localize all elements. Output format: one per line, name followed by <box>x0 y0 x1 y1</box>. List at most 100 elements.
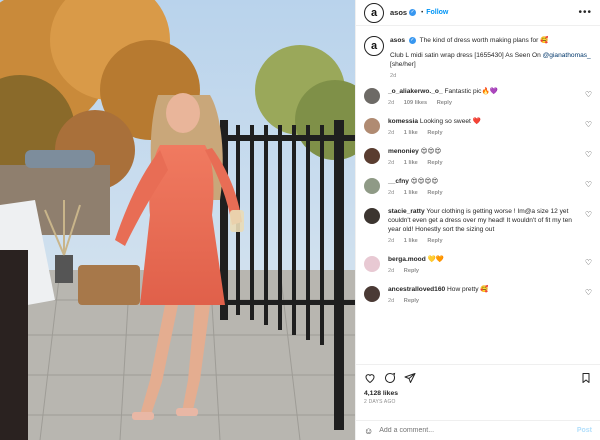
comment-icon[interactable] <box>384 372 396 384</box>
follow-button[interactable]: Follow <box>426 9 448 16</box>
heart-icon[interactable] <box>364 372 376 384</box>
comment-heart-icon[interactable]: ♡ <box>585 288 592 297</box>
comment-text: komessia Looking so sweet ❤️ <box>388 117 580 126</box>
comment-content: 💛🧡 <box>427 256 444 263</box>
comment-item: _o_aliakerwo._o_ Fantastic pic🔥💜 2d 109 … <box>364 87 592 106</box>
reply-button[interactable]: Reply <box>427 238 442 244</box>
commenter-avatar[interactable] <box>364 148 380 164</box>
commenter-avatar[interactable] <box>364 88 380 104</box>
comment-text: __cfny 😍😍😍😍 <box>388 177 580 186</box>
post-photo[interactable] <box>0 0 355 440</box>
commenter-username[interactable]: ancestralloved160 <box>388 286 445 293</box>
commenter-avatar[interactable] <box>364 286 380 302</box>
reply-button[interactable]: Reply <box>404 268 419 274</box>
comment-heart-icon[interactable]: ♡ <box>585 120 592 129</box>
reply-button[interactable]: Reply <box>404 298 419 304</box>
caption-details: Club L midi satin wrap dress [1655430] A… <box>390 51 591 69</box>
caption-avatar[interactable]: a <box>364 36 384 56</box>
comment-time: 2d <box>388 100 395 106</box>
comment-likes[interactable]: 1 like <box>404 190 418 196</box>
add-comment-bar: ☺ Post <box>356 420 600 440</box>
comment-heart-icon[interactable]: ♡ <box>585 180 592 189</box>
comment-time: 2d <box>388 268 395 274</box>
post-caption: a asos ✓ The kind of dress worth making … <box>364 36 592 79</box>
more-options-icon[interactable]: ••• <box>578 7 592 18</box>
comments-list[interactable]: a asos ✓ The kind of dress worth making … <box>356 30 600 360</box>
reply-button[interactable]: Reply <box>427 190 442 196</box>
comment-meta: 2d 1 like Reply <box>388 130 580 136</box>
commenter-username[interactable]: komessia <box>388 118 418 125</box>
reply-button[interactable]: Reply <box>427 130 442 136</box>
post-button[interactable]: Post <box>577 427 592 434</box>
caption-username[interactable]: asos <box>390 37 405 44</box>
comment-meta: 2d Reply <box>388 298 580 304</box>
comment-input[interactable] <box>379 427 577 434</box>
comment-meta: 2d 1 like Reply <box>388 238 580 244</box>
comment-text: berga.mood 💛🧡 <box>388 255 580 264</box>
comment-body: ancestralloved160 How pretty 🥰 2d Reply <box>388 285 592 304</box>
comment-time: 2d <box>388 238 395 244</box>
caption-line1: The kind of dress worth making plans for… <box>419 37 549 44</box>
reply-button[interactable]: Reply <box>427 160 442 166</box>
commenter-avatar[interactable] <box>364 256 380 272</box>
verified-icon: ✓ <box>408 36 416 44</box>
action-icons <box>364 369 592 387</box>
comment-item: menoniey 😍😍😍 2d 1 like Reply ♡ <box>364 147 592 166</box>
commenter-username[interactable]: menoniey <box>388 148 419 155</box>
comment-body: _o_aliakerwo._o_ Fantastic pic🔥💜 2d 109 … <box>388 87 592 106</box>
comment-likes[interactable]: 1 like <box>404 238 418 244</box>
share-icon[interactable] <box>404 372 416 384</box>
separator-dot: • <box>421 9 424 16</box>
logo-letter: a <box>370 6 378 19</box>
comment-item: berga.mood 💛🧡 2d Reply ♡ <box>364 255 592 274</box>
commenter-avatar[interactable] <box>364 178 380 194</box>
post-age: 2 DAYS AGO <box>364 399 396 405</box>
comment-body: komessia Looking so sweet ❤️ 2d 1 like R… <box>388 117 592 136</box>
comment-text: ancestralloved160 How pretty 🥰 <box>388 285 580 294</box>
post-header: a asos ✓ • Follow ••• <box>356 0 600 26</box>
comment-heart-icon[interactable]: ♡ <box>585 258 592 267</box>
comment-heart-icon[interactable]: ♡ <box>585 90 592 99</box>
commenter-username[interactable]: stacie_ratty <box>388 208 425 215</box>
post-actions: 4,128 likes 2 DAYS AGO <box>356 364 600 405</box>
logo-letter: a <box>370 40 378 52</box>
comment-likes[interactable]: 1 like <box>404 160 418 166</box>
comment-item: ancestralloved160 How pretty 🥰 2d Reply … <box>364 285 592 304</box>
commenter-username[interactable]: __cfny <box>388 178 409 185</box>
comment-heart-icon[interactable]: ♡ <box>585 150 592 159</box>
account-username[interactable]: asos <box>390 8 407 17</box>
comment-item: komessia Looking so sweet ❤️ 2d 1 like R… <box>364 117 592 136</box>
comment-body: __cfny 😍😍😍😍 2d 1 like Reply <box>388 177 592 196</box>
comment-item: stacie_ratty Your clothing is getting wo… <box>364 207 592 244</box>
caption-text: asos ✓ The kind of dress worth making pl… <box>390 36 591 45</box>
comment-likes[interactable]: 1 like <box>404 130 418 136</box>
emoji-icon[interactable]: ☺ <box>364 426 373 436</box>
comment-meta: 2d 1 like Reply <box>388 160 580 166</box>
post-image <box>0 0 355 440</box>
comment-time: 2d <box>388 160 395 166</box>
comment-content: Fantastic pic🔥💜 <box>444 88 498 95</box>
commenter-avatar[interactable] <box>364 208 380 224</box>
caption-line3: [she/her] <box>390 61 416 68</box>
comment-likes[interactable]: 109 likes <box>404 100 427 106</box>
comment-body: stacie_ratty Your clothing is getting wo… <box>388 207 592 244</box>
account-avatar[interactable]: a <box>364 2 384 23</box>
bookmark-icon[interactable] <box>580 372 592 384</box>
caption-mention[interactable]: @gianathomas_ <box>543 52 591 59</box>
comment-text: menoniey 😍😍😍 <box>388 147 580 156</box>
comment-content: How pretty 🥰 <box>447 286 489 293</box>
comment-content: 😍😍😍 <box>420 148 442 155</box>
comment-meta: 2d Reply <box>388 268 580 274</box>
comment-time: 2d <box>388 298 395 304</box>
likes-count[interactable]: 4,128 likes <box>364 390 592 397</box>
caption-line2: Club L midi satin wrap dress [1655430] A… <box>390 52 543 59</box>
caption-time: 2d <box>390 73 397 79</box>
commenter-avatar[interactable] <box>364 118 380 134</box>
comment-time: 2d <box>388 130 395 136</box>
comment-heart-icon[interactable]: ♡ <box>585 210 592 219</box>
commenter-username[interactable]: berga.mood <box>388 256 426 263</box>
commenter-username[interactable]: _o_aliakerwo._o_ <box>388 88 443 95</box>
reply-button[interactable]: Reply <box>437 100 452 106</box>
comment-body: menoniey 😍😍😍 2d 1 like Reply <box>388 147 592 166</box>
comment-content: 😍😍😍😍 <box>410 178 439 185</box>
